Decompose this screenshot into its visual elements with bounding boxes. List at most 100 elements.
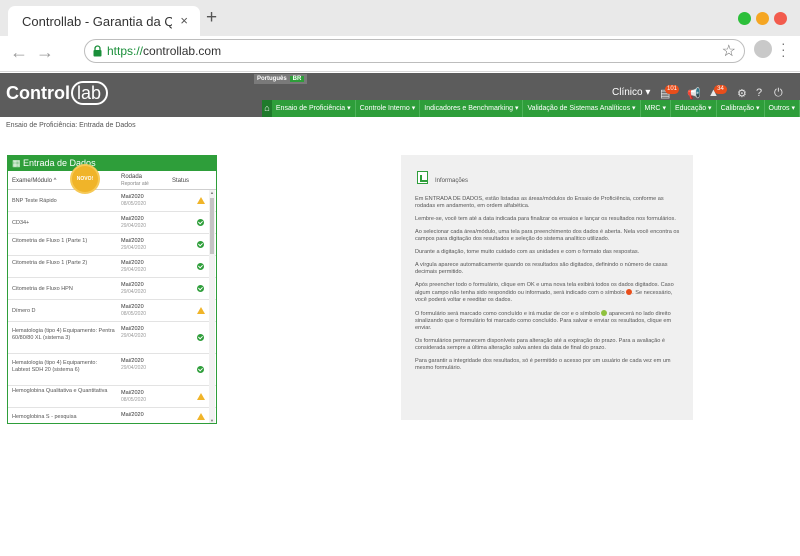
browser-tab[interactable]: Controllab - Garantia da Qualid × [8,6,200,36]
table-row[interactable]: Hematologia (tipo 4) Equipamento: Labtes… [8,354,216,386]
window-maximize-dot[interactable] [738,12,751,25]
status-ok-icon [197,263,204,270]
nav-label: Indicadores e Benchmarking [424,105,514,112]
nav-educacao[interactable]: Educação ▾ [671,100,717,117]
info-paragraph: Após preencher todo o formulário, clique… [415,282,681,304]
round-date: Mai/2020 [121,238,144,244]
table-row[interactable]: Citometria de Fluxo 1 (Parte 1) Mai/2020 2… [8,234,216,256]
col-status: Status [172,178,190,184]
table-row[interactable]: BNP Teste Rápido Mai/2020 08/05/2020 [8,190,216,212]
col-round: Rodada [121,174,143,180]
exam-name: Citometria de Fluxo 1 (Parte 2) [12,260,88,266]
table-row[interactable]: Citometria de Fluxo HPN Mai/2020 29/04/202… [8,278,216,300]
info-title: Informações [435,178,469,184]
col-exam-sort[interactable]: Exame/Módulo ^ [12,178,57,184]
url-protocol: https:// [107,44,144,58]
info-paragraph: Ao selecionar cada área/módulo, uma tela… [415,229,680,242]
nav-indicadores[interactable]: Indicadores e Benchmarking ▾ [420,100,524,117]
status-ok-icon [197,366,204,373]
url-field[interactable]: https://controllab.com ☆ [84,39,745,63]
panel-header: ▦ Entrada de Dados [8,156,216,171]
document-check-icon [417,171,428,184]
status-ok-icon [197,219,204,226]
info-paragraph: A vírgula aparece automaticamente quando… [415,262,668,275]
main-nav: ⌂ Ensaio de Proficiência ▾ Controle Inte… [262,100,800,117]
exam-list: BNP Teste Rápido Mai/2020 08/05/2020 CD34+ M… [8,190,216,421]
table-row[interactable]: CD34+ Mai/2020 29/04/2020 [8,212,216,234]
scroll-up-icon[interactable]: ▲ [209,190,215,195]
power-icon[interactable]: ⏻ [774,87,783,100]
language-selector[interactable]: Português BR [254,74,308,84]
url-host: controllab.com [143,44,222,58]
scroll-down-icon[interactable]: ▼ [209,418,215,423]
info-body: Em ENTRADA DE DADOS, estão listadas as á… [415,196,681,378]
nav-mrc[interactable]: MRC ▾ [641,100,671,117]
report-deadline: 29/04/2020 [121,245,147,251]
info-text: O formulário será marcado como concluído… [415,311,600,317]
complete-icon [601,310,608,316]
profile-avatar-icon[interactable] [754,40,772,58]
exam-name: Hemoglobina Qualitativa e Quantitativa [12,388,108,394]
status-warning-icon [197,307,205,314]
megaphone-icon[interactable]: 📢 [687,87,701,100]
clinic-dropdown[interactable]: Clínico ▾ [612,87,650,98]
scrollbar[interactable]: ▲ ▼ [209,190,215,423]
data-entry-panel: ▦ Entrada de Dados Exame/Módulo ^ NOVO! … [7,155,217,424]
table-row[interactable]: Hemoglobina Qualitativa e Quantitativa Ma… [8,386,216,408]
nav-controle-interno[interactable]: Controle Interno ▾ [356,100,421,117]
round-date: Mai/2020 [121,412,144,418]
nav-ensaio-proficiencia[interactable]: Ensaio de Proficiência ▾ [272,100,356,117]
round-date: Mai/2020 [121,304,144,310]
table-row[interactable]: Hemoglobina S - pesquisa Mai/2020 [8,408,216,421]
exam-name: BNP Teste Rápido [12,197,57,204]
help-icon[interactable]: ? [756,87,762,99]
round-date: Mai/2020 [121,216,144,222]
nav-label: Controle Interno [359,105,410,112]
info-paragraph: Os formulários permanecem disponíveis pa… [415,338,665,351]
table-row[interactable]: Citometria de Fluxo 1 (Parte 2) Mai/2020 2… [8,256,216,278]
window-close-dot[interactable] [774,12,787,25]
status-ok-icon [197,241,204,248]
window-minimize-dot[interactable] [756,12,769,25]
nav-outros[interactable]: Outros ▾ [765,100,800,117]
forward-arrow-icon[interactable]: → [36,42,54,63]
nav-label: Ensaio de Proficiência [275,105,346,112]
nav-calibracao[interactable]: Calibração ▾ [717,100,765,117]
round-date: Mai/2020 [121,390,144,396]
table-row[interactable]: Hematologia (tipo 4) Equipamento: Pentra… [8,322,216,354]
app-header: Control lab Português BR Clínico ▾ ▤ 101 … [0,73,800,117]
browser-menu-icon[interactable]: · · · [781,36,786,62]
gear-icon[interactable]: ⚙ [737,87,747,100]
back-arrow-icon[interactable]: ← [10,42,28,63]
round-date: Mai/2020 [121,358,144,364]
round-date: Mai/2020 [121,326,144,332]
info-paragraph: Em ENTRADA DE DADOS, estão listadas as á… [415,196,664,209]
info-paragraph: O formulário será marcado como concluído… [415,310,681,332]
status-warning-icon [197,413,205,420]
status-ok-icon [197,285,204,292]
report-deadline: 29/04/2020 [121,289,147,295]
nav-label: MRC [644,105,661,112]
info-paragraph: Para garantir a integridade dos resultad… [415,358,671,371]
table-row[interactable]: Dímero D Mai/2020 08/05/2020 [8,300,216,322]
new-tab-icon[interactable]: + [206,8,217,28]
close-tab-icon[interactable]: × [180,13,188,28]
info-panel: Informações Em ENTRADA DE DADOS, estão l… [401,155,693,420]
nav-label: Outros [768,105,790,112]
home-icon[interactable]: ⌂ [262,100,272,117]
report-deadline: 29/04/2020 [121,333,147,339]
scroll-thumb[interactable] [210,198,214,254]
bookmark-star-icon[interactable]: ☆ [722,41,736,61]
breadcrumb: Ensaio de Proficiência: Entrada de Dados [6,122,136,129]
exam-name: Dímero D [12,307,36,314]
controllab-logo[interactable]: Control lab [6,81,109,105]
nav-validacao[interactable]: Validação de Sistemas Analíticos ▾ [523,100,641,117]
language-label: Português [257,76,287,82]
url-text: https://controllab.com [107,44,221,58]
exam-name: CD34+ [12,219,30,226]
table-header: Exame/Módulo ^ NOVO! Rodada Reportar até… [8,166,216,192]
status-ok-icon [197,334,204,341]
tab-title: Controllab - Garantia da Qualid [22,14,172,29]
notification-badge: 101 [665,85,680,94]
clinic-label: Clínico [612,87,643,98]
